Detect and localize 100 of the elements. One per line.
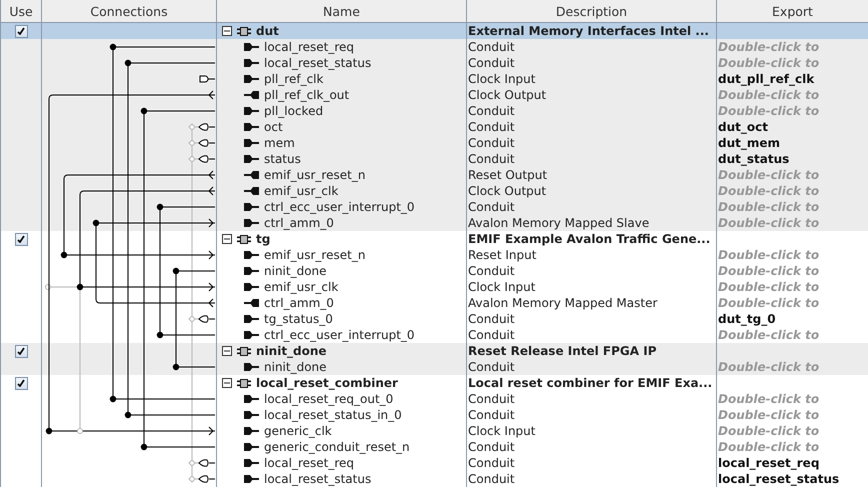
column-header[interactable]: Description bbox=[466, 0, 716, 22]
column-header[interactable]: Use bbox=[0, 0, 41, 22]
interface-type: Reset Output bbox=[467, 168, 548, 182]
use-checkbox[interactable] bbox=[14, 24, 28, 38]
interface-type: Conduit bbox=[467, 456, 515, 470]
interface-type: Conduit bbox=[467, 440, 515, 454]
interface-name: emif_usr_reset_n bbox=[264, 168, 366, 182]
export-name[interactable]: dut_mem bbox=[717, 136, 780, 150]
component-icon bbox=[237, 346, 251, 356]
export-hint[interactable]: Double-click to bbox=[717, 296, 820, 310]
interface-name: generic_conduit_reset_n bbox=[264, 440, 410, 454]
component-icon bbox=[237, 26, 251, 36]
interface-type: Conduit bbox=[467, 472, 515, 486]
export-name[interactable]: local_reset_status bbox=[717, 472, 840, 486]
interface-type: Clock Input bbox=[467, 424, 536, 438]
export-hint[interactable]: Double-click to bbox=[717, 424, 820, 438]
interface-name: pll_locked bbox=[264, 104, 324, 118]
export-hint[interactable]: Double-click to bbox=[717, 104, 820, 118]
export-hint[interactable]: Double-click to bbox=[717, 328, 820, 342]
interface-type: Conduit bbox=[467, 312, 515, 326]
interface-name: ctrl_amm_0 bbox=[264, 216, 334, 230]
column-header[interactable]: Export bbox=[716, 0, 868, 22]
interface-name: status bbox=[264, 152, 301, 166]
export-hint[interactable]: Double-click to bbox=[717, 440, 820, 454]
export-hint[interactable]: Double-click to bbox=[717, 200, 820, 214]
module-name[interactable]: dut bbox=[256, 24, 279, 38]
component-icon bbox=[237, 234, 251, 244]
interface-type: Conduit bbox=[467, 104, 515, 118]
export-name[interactable]: dut_status bbox=[717, 152, 790, 166]
interface-name: local_reset_req bbox=[264, 40, 354, 54]
interface-name: ninit_done bbox=[264, 264, 327, 278]
interface-type: Clock Input bbox=[467, 72, 536, 86]
interface-name: local_reset_status bbox=[264, 472, 372, 486]
export-name[interactable]: dut_pll_ref_clk bbox=[717, 72, 814, 86]
export-hint[interactable]: Double-click to bbox=[717, 264, 820, 278]
interface-type: Conduit bbox=[467, 408, 515, 422]
interface-name: local_reset_status_in_0 bbox=[264, 408, 402, 422]
interface-type: Conduit bbox=[467, 120, 515, 134]
interface-name: ninit_done bbox=[264, 360, 327, 374]
export-hint[interactable]: Double-click to bbox=[717, 216, 820, 230]
export-hint[interactable]: Double-click to bbox=[717, 40, 820, 54]
interface-name: local_reset_req_out_0 bbox=[264, 392, 394, 406]
interface-type: Conduit bbox=[467, 40, 515, 54]
interface-name: ctrl_ecc_user_interrupt_0 bbox=[264, 328, 415, 342]
interface-name: pll_ref_clk bbox=[264, 72, 324, 86]
module-name[interactable]: tg bbox=[256, 232, 270, 246]
component-icon bbox=[237, 378, 251, 388]
module-description: Local reset combiner for EMIF Exa... bbox=[467, 376, 712, 390]
interface-name: ctrl_amm_0 bbox=[264, 296, 334, 310]
interface-name: ctrl_ecc_user_interrupt_0 bbox=[264, 200, 415, 214]
interface-type: Conduit bbox=[467, 392, 515, 406]
module-name[interactable]: local_reset_combiner bbox=[256, 376, 398, 390]
column-header[interactable]: Connections bbox=[41, 0, 216, 22]
interface-type: Conduit bbox=[467, 328, 515, 342]
module-description: EMIF Example Avalon Traffic Gene... bbox=[467, 232, 710, 246]
module-name[interactable]: ninit_done bbox=[256, 344, 327, 358]
export-name[interactable]: local_reset_req bbox=[717, 456, 820, 470]
interface-type: Conduit bbox=[467, 264, 515, 278]
interface-type: Clock Output bbox=[467, 88, 546, 102]
export-hint[interactable]: Double-click to bbox=[717, 248, 820, 262]
interface-type: Reset Input bbox=[467, 248, 536, 262]
export-hint[interactable]: Double-click to bbox=[717, 408, 820, 422]
interface-name: pll_ref_clk_out bbox=[264, 88, 350, 102]
collapse-icon[interactable] bbox=[222, 26, 232, 36]
interface-type: Clock Output bbox=[467, 184, 546, 198]
interface-type: Conduit bbox=[467, 360, 515, 374]
collapse-icon[interactable] bbox=[222, 346, 232, 356]
export-hint[interactable]: Double-click to bbox=[717, 56, 820, 70]
interface-type: Clock Input bbox=[467, 280, 536, 294]
export-hint[interactable]: Double-click to bbox=[717, 360, 820, 374]
use-checkbox[interactable] bbox=[14, 344, 28, 358]
module-description: Reset Release Intel FPGA IP bbox=[467, 344, 657, 358]
interface-name: oct bbox=[264, 120, 283, 134]
interface-type: Conduit bbox=[467, 136, 515, 150]
export-hint[interactable]: Double-click to bbox=[717, 280, 820, 294]
export-name[interactable]: dut_tg_0 bbox=[717, 312, 776, 326]
export-hint[interactable]: Double-click to bbox=[717, 184, 820, 198]
interface-type: Avalon Memory Mapped Master bbox=[467, 296, 658, 310]
use-checkbox[interactable] bbox=[14, 376, 28, 390]
collapse-icon[interactable] bbox=[222, 378, 232, 388]
interface-type: Conduit bbox=[467, 56, 515, 70]
export-hint[interactable]: Double-click to bbox=[717, 168, 820, 182]
interface-name: emif_usr_reset_n bbox=[264, 248, 366, 262]
interface-type: Avalon Memory Mapped Slave bbox=[467, 216, 650, 230]
interface-name: local_reset_req bbox=[264, 456, 354, 470]
collapse-icon[interactable] bbox=[222, 234, 232, 244]
export-hint[interactable]: Double-click to bbox=[717, 88, 820, 102]
interface-type: Conduit bbox=[467, 152, 515, 166]
column-header[interactable]: Name bbox=[216, 0, 466, 22]
interface-name: tg_status_0 bbox=[264, 312, 333, 326]
interface-name: mem bbox=[264, 136, 295, 150]
use-checkbox[interactable] bbox=[14, 232, 28, 246]
module-description: External Memory Interfaces Intel ... bbox=[467, 24, 709, 38]
interface-name: emif_usr_clk bbox=[264, 184, 338, 198]
interface-name: local_reset_status bbox=[264, 56, 372, 70]
interface-name: emif_usr_clk bbox=[264, 280, 338, 294]
export-hint[interactable]: Double-click to bbox=[717, 392, 820, 406]
export-name[interactable]: dut_oct bbox=[717, 120, 768, 134]
interface-name: generic_clk bbox=[264, 424, 332, 438]
interface-type: Conduit bbox=[467, 200, 515, 214]
